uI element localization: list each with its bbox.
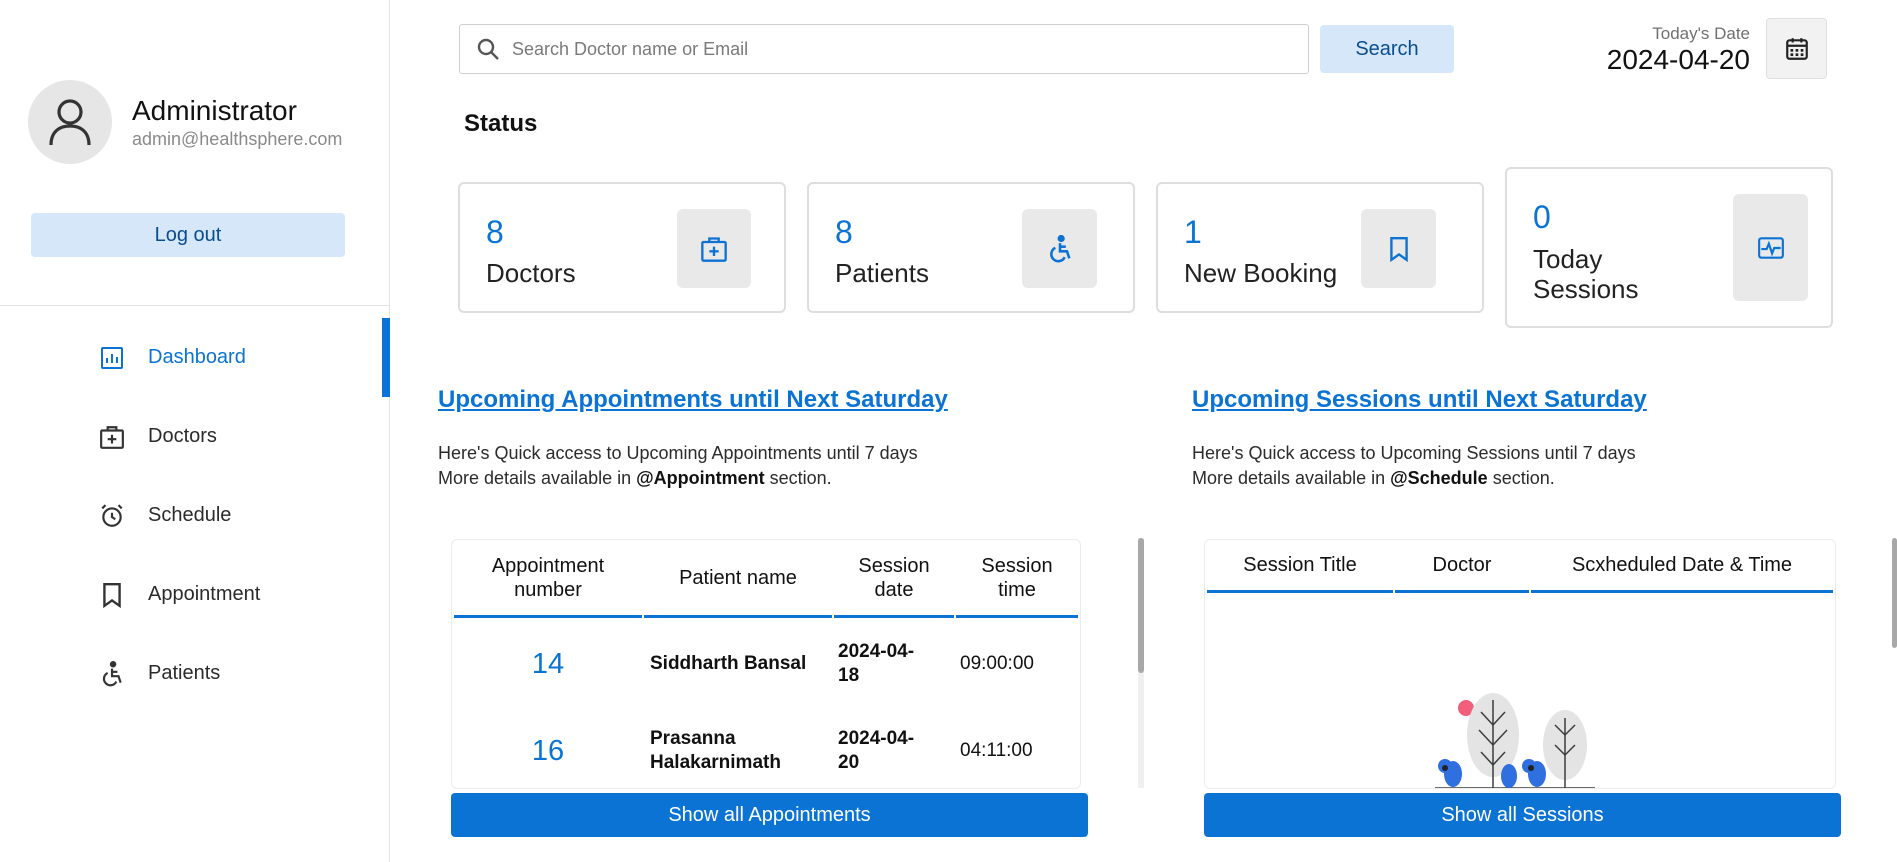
sessions-section-title[interactable]: Upcoming Sessions until Next Saturday [1192,386,1647,414]
stat-value: 8 [486,214,504,250]
stat-label: Sessions [1533,274,1639,304]
stat-label: New Booking [1184,258,1338,288]
sidebar-item-label: Dashboard [148,346,246,368]
wheelchair-icon [1049,234,1071,262]
user-profile: Administrator admin@healthsphere.com [28,80,342,164]
column-header: Doctor [1395,540,1529,593]
schedule-section-ref: @Schedule [1390,468,1488,488]
stat-card-new-booking: 1 New Booking [1156,182,1484,313]
alarm-clock-icon [98,502,126,530]
sidebar-item-label: Patients [148,662,221,684]
status-title: Status [464,110,538,137]
stat-label: Today [1533,244,1603,274]
column-header: Appointment number [454,540,642,618]
search-input[interactable] [512,38,1272,60]
stat-icon-box [1361,209,1436,288]
wheelchair-icon [98,660,126,688]
profile-text: Administrator admin@healthsphere.com [132,95,342,150]
bookmark-icon [98,581,126,609]
stat-card-today-sessions: 0 Today Sessions [1505,167,1833,328]
patient-name: Prasanna Halakarnimath [650,728,781,773]
calendar-button[interactable] [1766,18,1827,79]
sidebar-divider [0,305,390,306]
appointment-number: 14 [531,647,565,680]
sessions-description: Here's Quick access to Upcoming Sessions… [1192,441,1636,491]
search-icon [477,38,499,60]
stat-icon-box [677,209,751,288]
column-header: Session date [834,540,954,618]
medical-kit-icon [98,423,126,451]
table-row[interactable]: 16 Prasanna Halakarnimath 2024-04- 20 04:1… [454,710,1078,788]
user-name: Administrator [132,94,297,126]
sidebar-item-label: Appointment [148,583,261,605]
show-all-sessions-button[interactable]: Show all Sessions [1204,793,1841,837]
logout-button[interactable]: Log out [31,213,345,257]
session-date: 2024-04- 20 [838,728,915,773]
stat-icon-box [1022,209,1097,288]
patient-name: Siddharth Bansal [650,653,807,674]
sidebar-item-label: Schedule [148,504,232,526]
search-button[interactable]: Search [1320,25,1454,73]
sessions-scrollbar-thumb[interactable] [1892,538,1897,648]
session-time: 09:00:00 [960,653,1034,674]
desc-line: More details available in @Appointment s… [438,468,832,488]
session-date: 2024-04- 18 [838,641,915,686]
desc-line: Here's Quick access to Upcoming Sessions… [1192,443,1636,463]
stat-label: Doctors [486,258,576,288]
sidebar: Administrator admin@healthsphere.com Log… [0,0,390,862]
appointments-description: Here's Quick access to Upcoming Appointm… [438,441,918,491]
stat-value: 1 [1184,214,1202,250]
show-all-appointments-button[interactable]: Show all Appointments [451,793,1088,837]
user-email: admin@healthsphere.com [132,128,343,149]
desc-line: More details available in @Schedule sect… [1192,468,1555,488]
sidebar-item-patients[interactable]: Patients [0,634,390,713]
table-header-row: Session Title Doctor Scxheduled Date & T… [1207,540,1833,593]
desc-line: Here's Quick access to Upcoming Appointm… [438,443,918,463]
sidebar-item-appointment[interactable]: Appointment [0,555,390,634]
appointments-scrollbar-thumb[interactable] [1138,538,1144,673]
bookmark-icon [1389,236,1408,262]
dashboard-icon [98,344,126,372]
sidebar-menu: Dashboard Doctors Schedule Appointment P… [0,318,390,713]
column-header: Session time [956,540,1078,618]
stat-value: 8 [835,214,853,250]
calendar-icon [1785,37,1808,60]
appointments-section-title[interactable]: Upcoming Appointments until Next Saturda… [438,386,948,414]
appointment-section-ref: @Appointment [636,468,765,488]
stat-card-doctors: 8 Doctors [458,182,786,313]
table-header-row: Appointment number Patient name Session da… [454,540,1078,618]
sessions-table: Session Title Doctor Scxheduled Date & T… [1204,539,1836,789]
sidebar-item-schedule[interactable]: Schedule [0,476,390,555]
sidebar-item-dashboard[interactable]: Dashboard [0,318,390,397]
session-time: 04:11:00 [960,740,1033,761]
sidebar-item-doctors[interactable]: Doctors [0,397,390,476]
sidebar-item-label: Doctors [148,425,217,447]
stat-value: 0 [1533,199,1551,235]
pulse-monitor-icon [1757,236,1784,259]
column-header: Patient name [644,540,832,618]
todays-date-label: Today's Date [1652,24,1750,43]
appointments-table: Appointment number Patient name Session da… [451,539,1081,789]
user-icon [49,99,91,146]
stat-label: Patients [835,258,929,288]
search-box [459,24,1309,74]
stat-icon-box [1733,194,1808,301]
appointment-number: 16 [531,734,565,767]
todays-date-value: 2024-04-20 [1606,44,1750,75]
column-header: Scxheduled Date & Time [1531,540,1833,593]
avatar [28,80,112,164]
column-header: Session Title [1207,540,1393,593]
table-row[interactable]: 14 Siddharth Bansal 2024-04- 18 09:00:00 [454,618,1078,710]
stat-card-patients: 8 Patients [807,182,1135,313]
medical-kit-icon [701,236,727,262]
empty-plants-illustration [1435,693,1595,788]
